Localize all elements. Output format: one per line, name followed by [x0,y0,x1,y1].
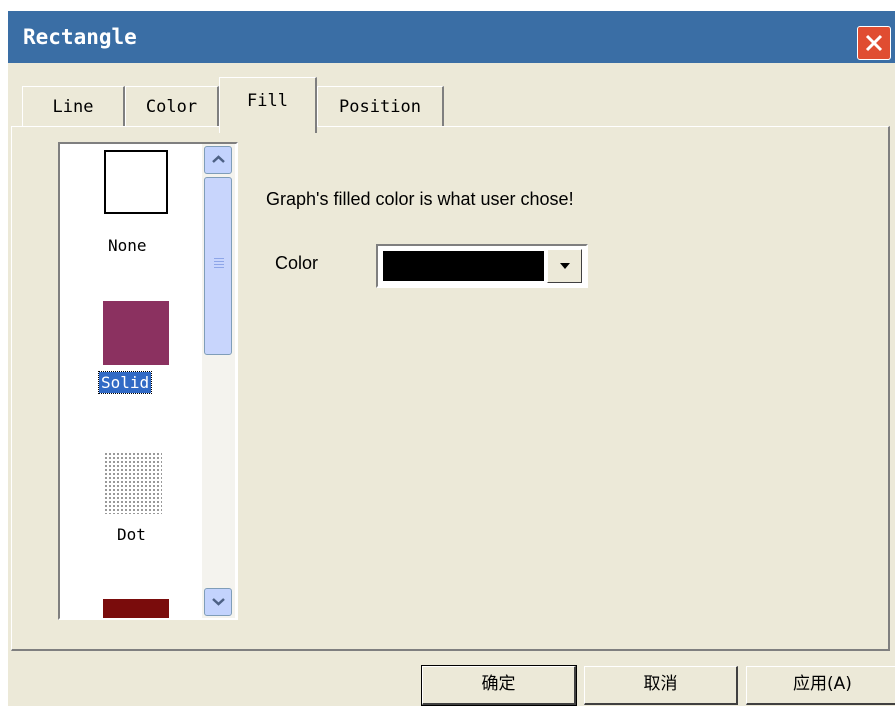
dropdown-button[interactable] [547,249,582,283]
tab-fill[interactable]: Fill [219,77,317,133]
scroll-down-button[interactable] [204,588,232,616]
cancel-button[interactable]: 取消 [584,666,738,705]
scroll-thumb[interactable] [204,177,232,355]
none-label[interactable]: None [108,236,147,255]
scroll-up-button[interactable] [204,146,232,174]
apply-button[interactable]: 应用(A) [746,666,895,705]
tab-position[interactable]: Position [317,86,444,126]
window-title: Rectangle [23,25,137,49]
color-dropdown[interactable] [376,244,588,288]
title-bar[interactable]: Rectangle [8,11,895,63]
tab-fill-label: Fill [247,91,288,111]
dot-label[interactable]: Dot [117,525,146,544]
next-swatch[interactable] [103,599,169,618]
solid-swatch[interactable] [103,301,169,365]
tab-color-label: Color [145,97,198,117]
selected-color-swatch [383,251,544,281]
tab-line[interactable]: Line [22,86,125,126]
fill-style-list[interactable]: None Solid Dot [58,142,238,620]
ok-button[interactable]: 确定 [421,665,577,706]
color-label: Color [275,253,319,273]
scroll-grip [214,258,224,268]
dialog-window: Rectangle Line Color Fill Position None … [8,11,895,706]
solid-label[interactable]: Solid [97,371,153,394]
tab-position-label: Position [339,97,421,117]
fill-message: Graph's filled color is what user chose! [266,189,574,209]
close-button[interactable] [857,26,891,60]
scrollbar[interactable] [202,144,235,618]
dot-swatch[interactable] [104,452,162,514]
none-swatch[interactable] [104,150,168,214]
tab-line-label: Line [52,97,94,117]
tab-color[interactable]: Color [125,86,219,126]
